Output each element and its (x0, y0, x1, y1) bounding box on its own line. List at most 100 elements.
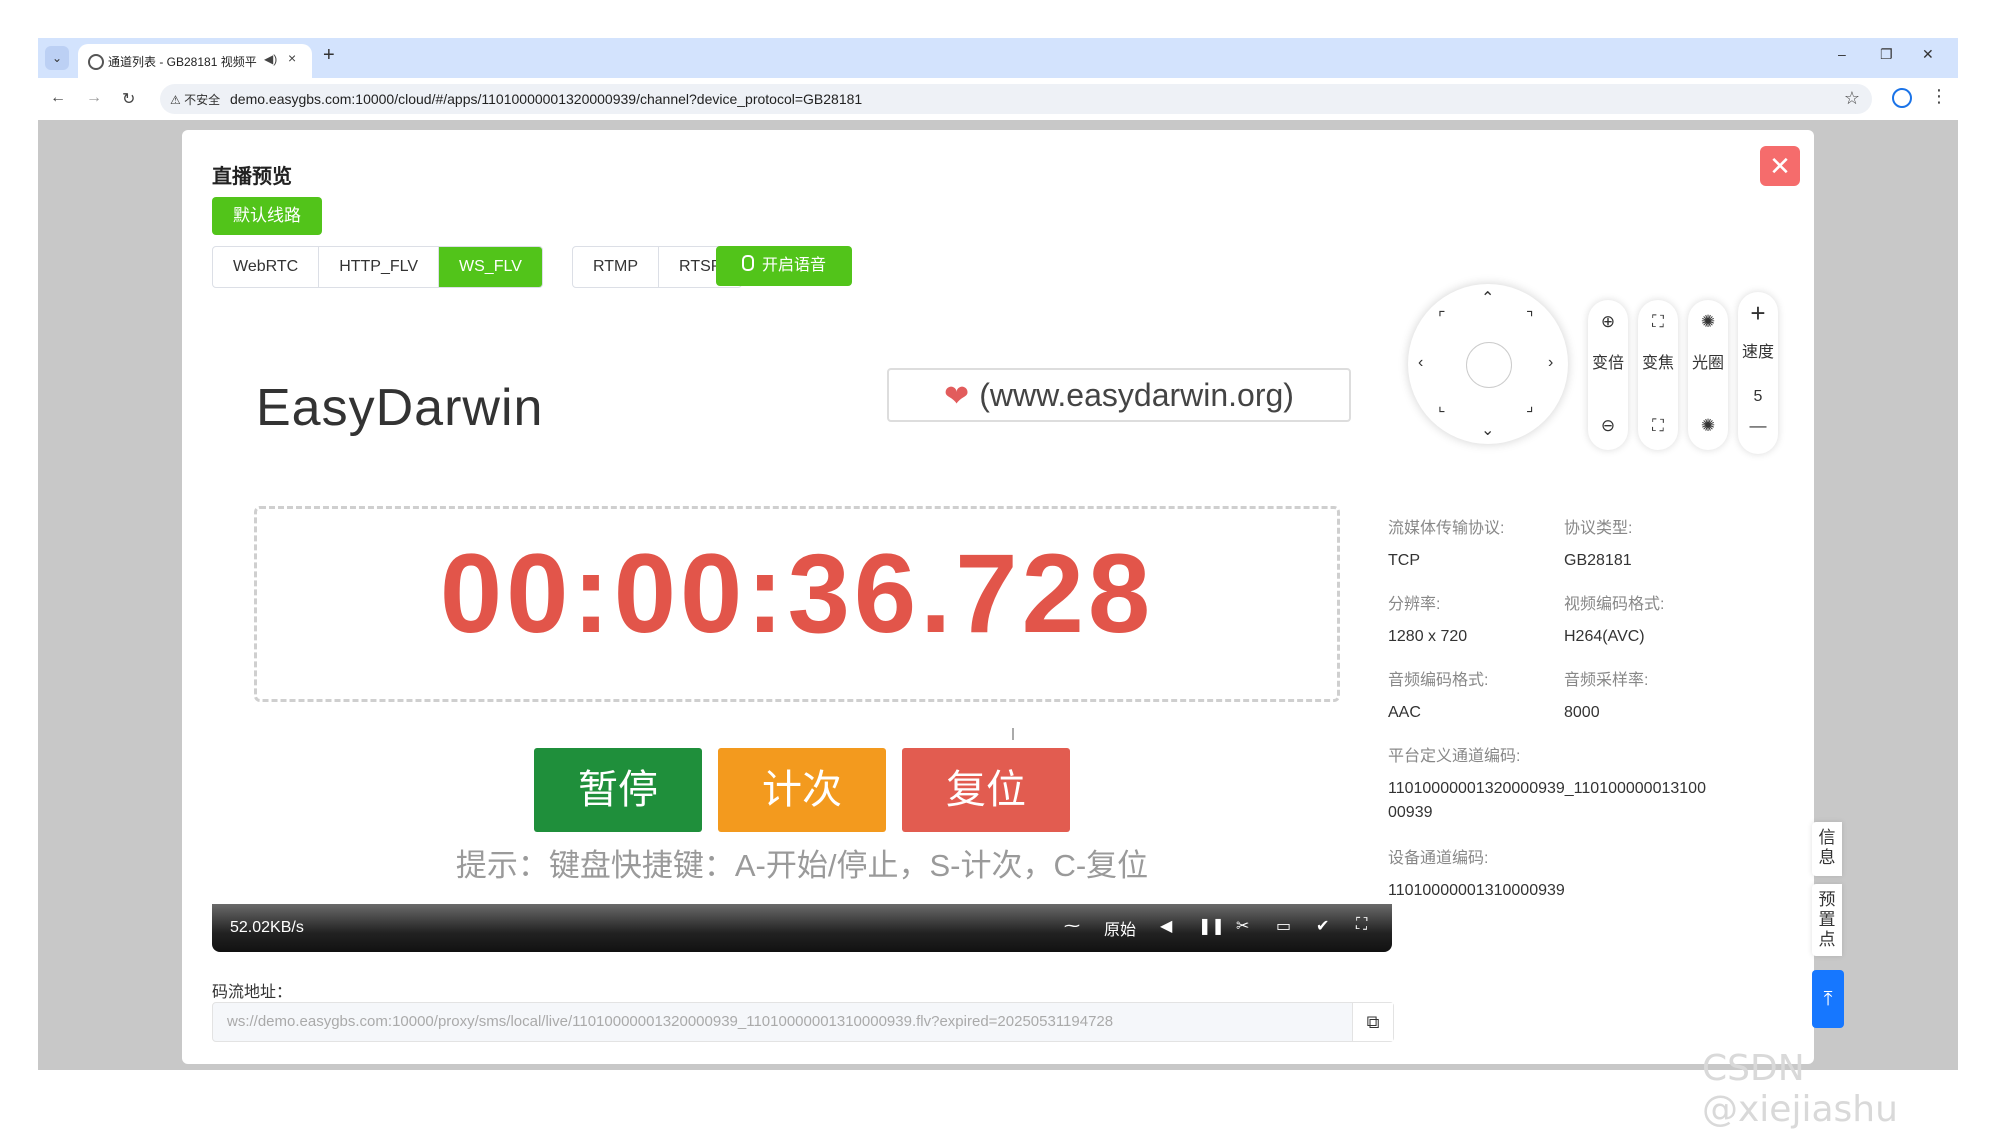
minimize-button[interactable]: – (1838, 46, 1846, 62)
protocol-rtmp[interactable]: RTMP (573, 247, 660, 287)
bitrate-text: 52.02KB/s (230, 919, 304, 936)
info-value-audio-codec: AAC (1388, 704, 1421, 721)
ptz-focus-control: ⛶ 变焦 ⛶ (1638, 300, 1678, 450)
new-tab-button[interactable]: + (323, 44, 335, 67)
info-side-tab[interactable]: 信息 (1812, 822, 1842, 876)
ptz-iris-control: ✺ 光圈 ✺ (1688, 300, 1728, 450)
pause-icon[interactable]: ❚❚ (1198, 916, 1225, 936)
speaker-icon[interactable]: ◀) (264, 52, 277, 66)
video-timer-box: 00:00:36.728 (254, 506, 1340, 702)
audio-wave-icon[interactable]: ⁓ (1064, 916, 1080, 936)
modal-title: 直播预览 (212, 166, 292, 188)
stream-url-text[interactable]: ws://demo.easygbs.com:10000/proxy/sms/lo… (227, 1013, 1113, 1030)
info-value-platform-channel-1: 11010000001320000939_110100000013100 (1388, 780, 1706, 797)
focus-far-icon[interactable]: ⛶ (1638, 416, 1678, 436)
video-reset-button: 复位 (902, 748, 1070, 832)
iris-open-icon[interactable]: ✺ (1688, 312, 1728, 332)
security-indicator[interactable]: ⚠ 不安全 (170, 91, 220, 108)
zoom-label: 变倍 (1591, 355, 1624, 372)
ptz-zoom-control: ⊕ 变倍 ⊖ (1588, 300, 1628, 450)
info-label-audio-codec: 音频编码格式: (1388, 672, 1489, 689)
iris-label: 光圈 (1691, 355, 1724, 372)
scale-button[interactable]: 原始 (1104, 916, 1136, 940)
default-line-button[interactable]: 默认线路 (212, 197, 322, 235)
video-site-box: ❤ (www.easydarwin.org) (887, 368, 1351, 422)
address-bar[interactable]: ⚠ 不安全 demo.easygbs.com:10000/cloud/#/app… (160, 84, 1872, 114)
fullscreen-icon[interactable]: ⛶ (1356, 916, 1367, 934)
live-preview-modal: 直播预览 ✕ 默认线路 WebRTC HTTP_FLV WS_FLV RTMP … (182, 130, 1814, 1064)
ptz-left-icon[interactable]: ‹ (1418, 354, 1423, 372)
speed-label: 速度 (1741, 344, 1774, 361)
video-brand-text: EasyDarwin (256, 379, 544, 437)
reload-button[interactable]: ↻ (122, 89, 135, 109)
ptz-down-right-icon[interactable]: ⌟ (1526, 396, 1534, 416)
ptz-right-icon[interactable]: › (1548, 354, 1553, 372)
tab-title: 通道列表 - GB28181 视频平台 (108, 55, 258, 69)
protocol-webrtc[interactable]: WebRTC (213, 247, 320, 287)
info-value-audio-sample-rate: 8000 (1564, 704, 1600, 721)
back-button[interactable]: ← (50, 89, 66, 107)
restore-button[interactable]: ❐ (1880, 46, 1893, 63)
forward-button[interactable]: → (86, 89, 102, 107)
ptz-direction-pad: ⌃ ⌄ ‹ › ⌜ ⌝ ⌞ ⌟ (1408, 284, 1568, 444)
ptz-up-left-icon[interactable]: ⌜ (1438, 308, 1446, 328)
ptz-control-icon[interactable]: ✔ (1316, 916, 1329, 936)
stream-url-label: 码流地址： (212, 984, 293, 1001)
ptz-center-button[interactable] (1466, 342, 1512, 388)
video-cursor-mark (1012, 728, 1014, 740)
url-text[interactable]: demo.easygbs.com:10000/cloud/#/apps/1101… (230, 91, 862, 107)
focus-near-icon[interactable]: ⛶ (1638, 312, 1678, 332)
ptz-down-icon[interactable]: ⌄ (1481, 420, 1494, 440)
video-site-text: (www.easydarwin.org) (979, 377, 1294, 413)
video-player[interactable]: EasyDarwin ❤ (www.easydarwin.org) 00:00:3… (212, 298, 1392, 952)
voice-button-label: 开启语音 (761, 257, 826, 274)
watermark: CSDN @xiejiashu (1702, 1048, 1898, 1130)
heart-icon: ❤ (944, 380, 970, 413)
speed-minus-icon[interactable]: — (1738, 416, 1778, 436)
video-timer: 00:00:36.728 (439, 531, 1155, 656)
copy-icon[interactable]: ⧉ (1352, 1003, 1393, 1041)
video-hint-text: 提示：键盘快捷键：A-开始/停止，S-计次，C-复位 (455, 848, 1149, 883)
info-label-protocol-type: 协议类型: (1564, 520, 1633, 537)
info-value-platform-channel-2: 00939 (1388, 804, 1433, 821)
focus-label: 变焦 (1641, 355, 1674, 372)
voice-button[interactable]: 开启语音 (716, 246, 852, 286)
tab-close-button[interactable]: × (288, 50, 296, 66)
back-to-top-button[interactable]: ⤒ (1812, 970, 1844, 1028)
info-label-video-codec: 视频编码格式: (1564, 596, 1665, 613)
globe-icon (88, 54, 104, 70)
browser-tab[interactable]: 通道列表 - GB28181 视频平台 ◀) × (78, 44, 312, 78)
volume-icon[interactable]: ◀ (1160, 916, 1172, 936)
microphone-icon (741, 255, 754, 271)
zoom-in-icon[interactable]: ⊕ (1588, 312, 1628, 332)
zoom-out-icon[interactable]: ⊖ (1588, 416, 1628, 436)
video-pause-button: 暂停 (534, 748, 702, 832)
ptz-up-icon[interactable]: ⌃ (1481, 288, 1494, 308)
speed-plus-icon[interactable]: + (1738, 298, 1778, 329)
profile-icon[interactable] (1892, 88, 1912, 108)
modal-close-button[interactable]: ✕ (1760, 146, 1800, 186)
video-count-button: 计次 (718, 748, 886, 832)
protocol-http-flv[interactable]: HTTP_FLV (319, 247, 440, 287)
ptz-down-left-icon[interactable]: ⌞ (1438, 396, 1446, 416)
address-bar-row: ← → ↻ ⚠ 不安全 demo.easygbs.com:10000/cloud… (38, 78, 1958, 120)
speed-value: 5 (1753, 388, 1763, 405)
tab-search-button[interactable]: ⌄ (45, 46, 69, 70)
window-close-button[interactable]: ✕ (1922, 46, 1934, 63)
ptz-speed-control: + 速度 5 — (1738, 292, 1778, 454)
record-icon[interactable]: ▭ (1276, 916, 1291, 936)
info-label-audio-sample-rate: 音频采样率: (1564, 672, 1649, 689)
bookmark-star-icon[interactable]: ☆ (1844, 88, 1860, 109)
ptz-up-right-icon[interactable]: ⌝ (1526, 308, 1534, 328)
screenshot-scissors-icon[interactable]: ✂ (1236, 916, 1249, 936)
info-label-platform-channel: 平台定义通道编码: (1388, 748, 1521, 765)
info-value-resolution: 1280 x 720 (1388, 628, 1468, 645)
preset-side-tab[interactable]: 预置点 (1812, 884, 1842, 956)
iris-close-icon[interactable]: ✺ (1688, 416, 1728, 436)
protocol-group-primary: WebRTC HTTP_FLV WS_FLV (212, 246, 543, 288)
tab-bar: ⌄ 通道列表 - GB28181 视频平台 ◀) × + – ❐ ✕ (38, 38, 1958, 78)
menu-kebab-icon[interactable]: ⋮ (1930, 86, 1948, 107)
info-label-stream-protocol: 流媒体传输协议: (1388, 520, 1505, 537)
stream-url-field[interactable]: ws://demo.easygbs.com:10000/proxy/sms/lo… (212, 1002, 1394, 1042)
protocol-ws-flv[interactable]: WS_FLV (439, 247, 542, 287)
